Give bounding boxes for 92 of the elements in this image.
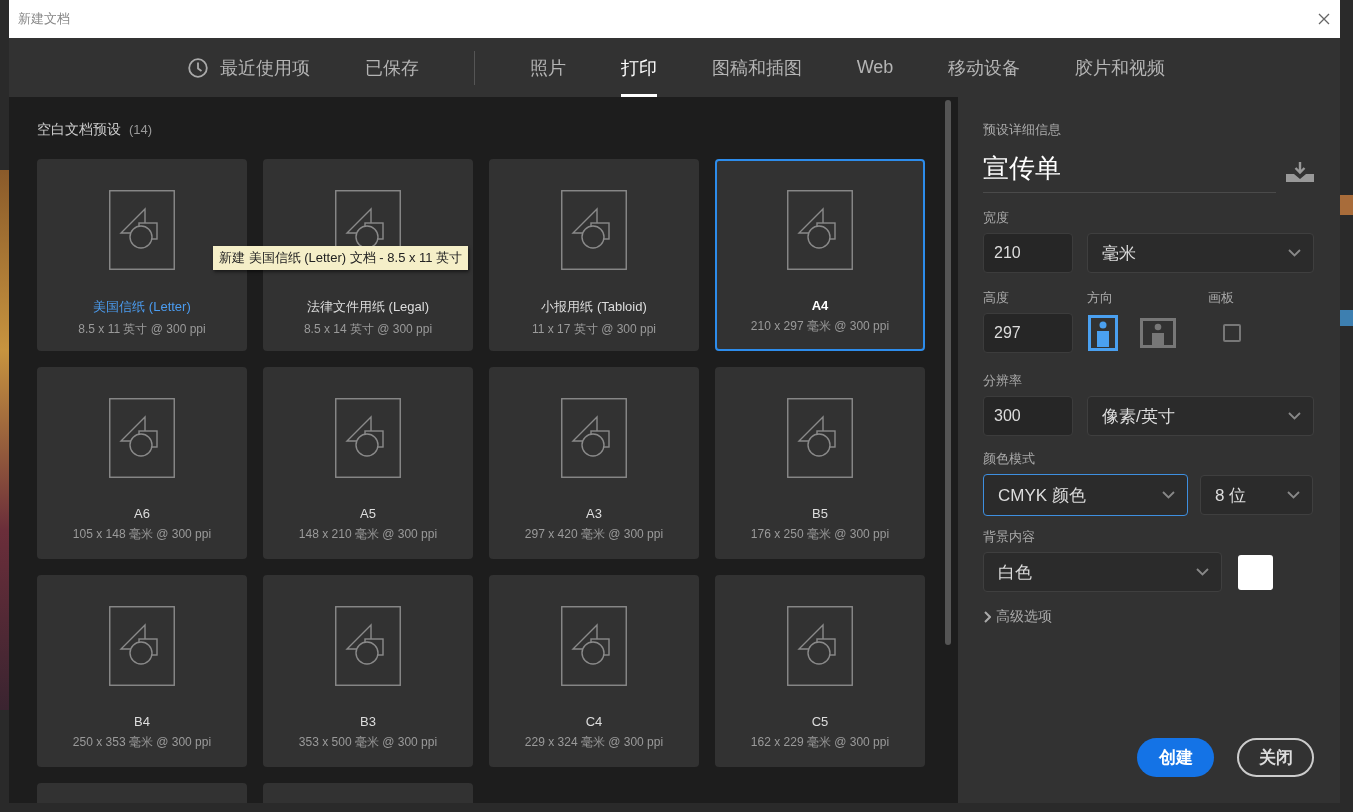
preset-name: A4 [811, 298, 829, 313]
chevron-down-icon [1287, 491, 1300, 499]
portrait-icon[interactable] [1088, 315, 1118, 351]
advanced-options-toggle[interactable]: 高级选项 [983, 608, 1314, 626]
width-field[interactable]: 210 [983, 233, 1073, 273]
preset-card[interactable]: A4 210 x 297 毫米 @ 300 ppi [715, 159, 925, 351]
color-mode-dropdown[interactable]: CMYK 颜色 [983, 474, 1188, 516]
document-shapes-icon [787, 398, 853, 478]
resolution-field[interactable]: 300 [983, 396, 1073, 436]
preset-card[interactable]: C5 162 x 229 毫米 @ 300 ppi [715, 575, 925, 767]
tab[interactable]: 图稿和插图 [711, 38, 802, 97]
bit-depth-dropdown[interactable]: 8 位 [1200, 475, 1313, 515]
checkbox[interactable] [1223, 324, 1241, 342]
preset-name: 法律文件用纸 (Legal) [306, 298, 430, 316]
tab[interactable]: 已保存 [364, 38, 419, 97]
field-label: 画板 [1208, 289, 1234, 307]
preset-name: C5 [811, 714, 829, 729]
tab[interactable]: 最近使用项 [187, 38, 310, 97]
tab[interactable]: 照片 [529, 38, 566, 97]
field-label: 高度 [983, 289, 1010, 307]
unit-dropdown[interactable]: 像素/英寸 [1087, 396, 1314, 436]
preset-name: A6 [134, 506, 150, 521]
preset-name: 小报用纸 (Tabloid) [541, 298, 647, 316]
document-shapes-icon [787, 190, 853, 270]
chevron-down-icon [1288, 249, 1301, 257]
preset-size: 353 x 500 毫米 @ 300 ppi [298, 734, 438, 751]
preset-name: B4 [134, 714, 150, 729]
close-button[interactable]: 关闭 [1237, 738, 1314, 777]
preset-name: A3 [586, 506, 602, 521]
preset-name: 美国信纸 (Letter) [93, 298, 191, 316]
document-shapes-icon [787, 606, 853, 686]
preset-size: 8.5 x 14 英寸 @ 300 ppi [303, 321, 433, 338]
field-label: 背景内容 [983, 528, 1036, 546]
document-shapes-icon [561, 190, 627, 270]
download-icon[interactable] [1286, 162, 1314, 182]
landscape-icon[interactable] [1140, 318, 1176, 348]
document-shapes-icon [561, 398, 627, 478]
preset-card[interactable]: A5 148 x 210 毫米 @ 300 ppi [263, 367, 473, 559]
height-field[interactable]: 297 [983, 313, 1073, 353]
chevron-down-icon [1288, 412, 1301, 420]
background-dropdown[interactable]: 白色 [983, 552, 1222, 592]
thumbnail-placeholder [1340, 195, 1353, 215]
preset-name: C4 [585, 714, 603, 729]
preset-card[interactable]: B3 353 x 500 毫米 @ 300 ppi [263, 575, 473, 767]
field-label: 宽度 [983, 209, 1010, 227]
unit-dropdown[interactable]: 毫米 [1087, 233, 1314, 273]
preset-name: B5 [812, 506, 828, 521]
scrollbar-thumb[interactable] [945, 100, 951, 645]
preset-size: 8.5 x 11 英寸 @ 300 ppi [78, 321, 206, 338]
tooltip: 新建 美国信纸 (Letter) 文档 - 8.5 x 11 英寸 [213, 246, 469, 270]
preset-size: 229 x 324 毫米 @ 300 ppi [524, 734, 664, 751]
chevron-down-icon [1162, 491, 1175, 499]
preset-name: A5 [360, 506, 376, 521]
window-title: 新建文档 [18, 10, 70, 28]
document-shapes-icon [109, 606, 175, 686]
document-shapes-icon [335, 398, 401, 478]
document-shapes-icon [561, 606, 627, 686]
preset-size: 176 x 250 毫米 @ 300 ppi [750, 526, 890, 543]
preset-card[interactable]: A6 105 x 148 毫米 @ 300 ppi [37, 367, 247, 559]
preset-card[interactable]: C4 229 x 324 毫米 @ 300 ppi [489, 575, 699, 767]
tab[interactable]: 移动设备 [948, 38, 1021, 97]
preset-size: 105 x 148 毫米 @ 300 ppi [72, 526, 212, 543]
preset-count: (14) [129, 122, 153, 137]
document-shapes-icon [335, 606, 401, 686]
preset-card[interactable]: 小报用纸 (Tabloid) 11 x 17 英寸 @ 300 ppi [489, 159, 699, 351]
chevron-right-icon [983, 611, 991, 623]
preset-size: 210 x 297 毫米 @ 300 ppi [750, 318, 890, 335]
tab[interactable]: Web [856, 38, 894, 97]
section-title: 预设详细信息 [983, 121, 1062, 139]
preset-size: 11 x 17 英寸 @ 300 ppi [532, 321, 656, 338]
field-label: 颜色模式 [983, 450, 1036, 468]
preset-name: B3 [360, 714, 376, 729]
document-shapes-icon [109, 190, 175, 270]
create-button[interactable]: 创建 [1137, 738, 1214, 777]
preset-size: 297 x 420 毫米 @ 300 ppi [524, 526, 664, 543]
preset-card[interactable]: B5 176 x 250 毫米 @ 300 ppi [715, 367, 925, 559]
field-label: 分辨率 [983, 372, 1023, 390]
document-shapes-icon [109, 398, 175, 478]
field-label: 方向 [1087, 289, 1114, 307]
preset-size: 250 x 353 毫米 @ 300 ppi [72, 734, 212, 751]
tab[interactable]: 胶片和视频 [1075, 38, 1166, 97]
chevron-down-icon [1196, 568, 1209, 576]
clock-icon [187, 57, 208, 78]
preset-card[interactable]: A3 297 x 420 毫米 @ 300 ppi [489, 367, 699, 559]
preset-size: 162 x 229 毫米 @ 300 ppi [750, 734, 890, 751]
close-icon[interactable] [1318, 13, 1330, 25]
preset-card[interactable]: B4 250 x 353 毫米 @ 300 ppi [37, 575, 247, 767]
color-swatch[interactable] [1238, 554, 1273, 590]
section-title: 空白文档预设 [37, 121, 121, 139]
preset-size: 148 x 210 毫米 @ 300 ppi [298, 526, 438, 543]
preset-name-field[interactable]: 宣传单 [983, 151, 1276, 193]
thumbnail-placeholder [1340, 310, 1353, 326]
